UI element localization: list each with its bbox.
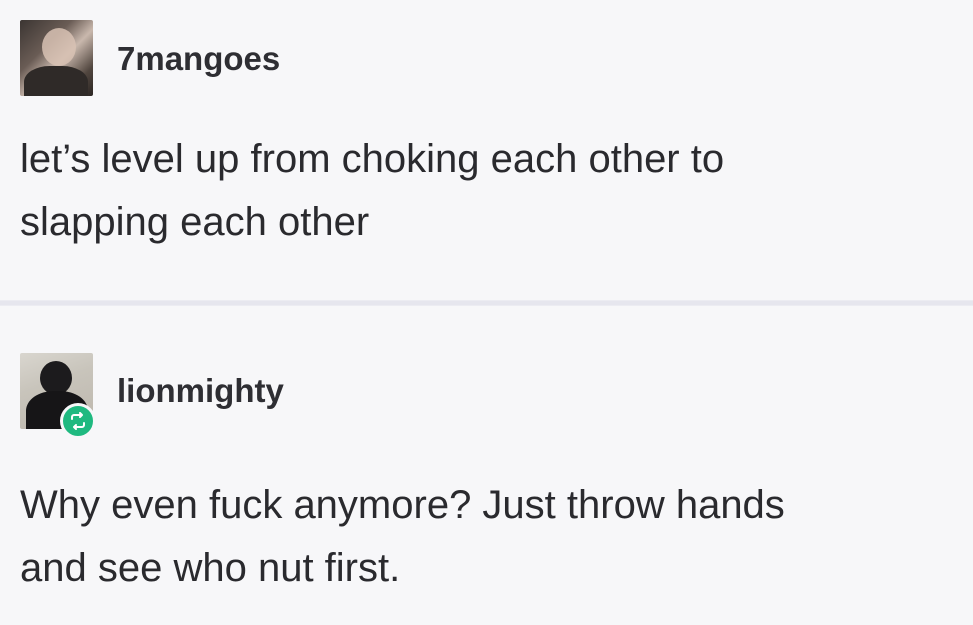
username[interactable]: lionmighty	[117, 372, 284, 410]
post-line: slapping each other	[20, 200, 370, 244]
reblog-icon	[60, 403, 96, 439]
post-line: let’s level up from choking each other t…	[20, 137, 725, 181]
tumblr-post-thread: 7mangoes let’s level up from choking eac…	[0, 0, 973, 625]
username[interactable]: 7mangoes	[117, 40, 280, 78]
post-body: Why even fuck anymore? Just throw hands …	[20, 474, 960, 600]
post-7mangoes: 7mangoes let’s level up from choking eac…	[0, 0, 973, 300]
post-line: and see who nut first.	[20, 546, 401, 590]
avatar[interactable]	[20, 20, 93, 96]
post-line: Why even fuck anymore? Just throw hands	[20, 483, 785, 527]
post-lionmighty: lionmighty Why even fuck anymore? Just t…	[0, 306, 973, 625]
post-body: let’s level up from choking each other t…	[20, 128, 960, 254]
